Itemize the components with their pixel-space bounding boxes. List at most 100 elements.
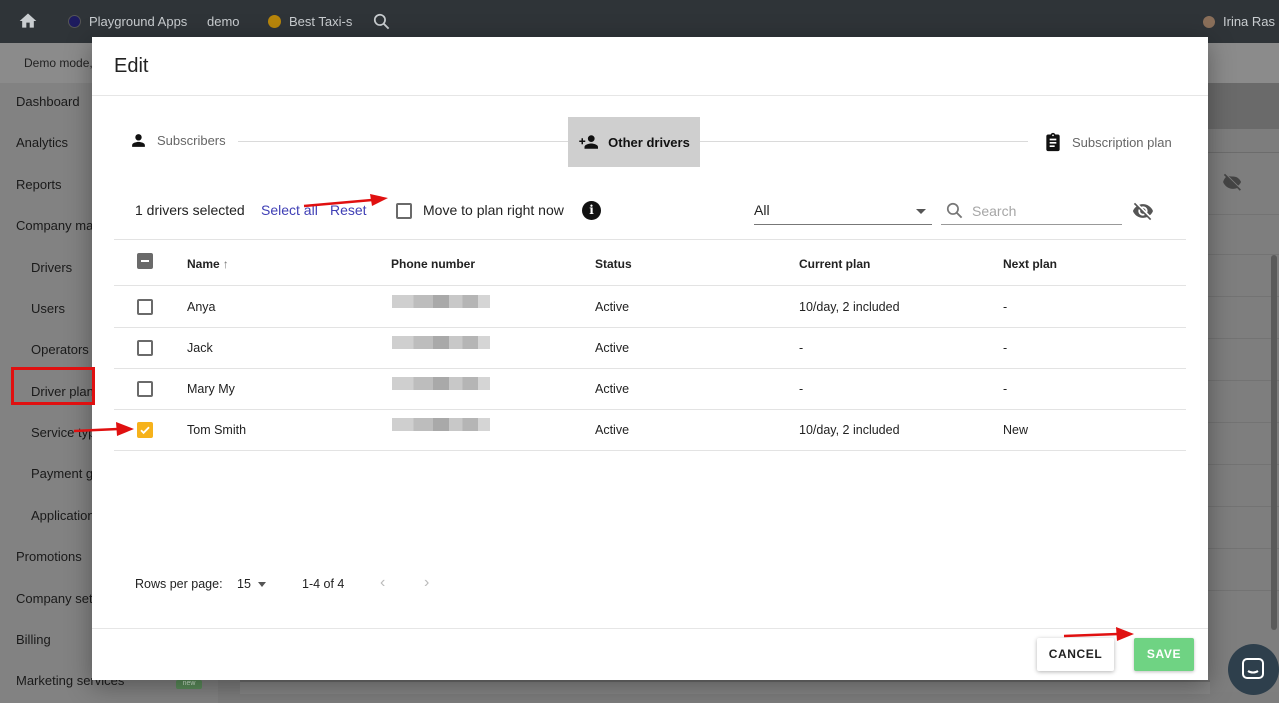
check-icon: [140, 426, 150, 435]
home-icon[interactable]: [18, 11, 38, 31]
cell-status: Active: [595, 423, 630, 437]
divider: [92, 95, 1208, 96]
divider: [114, 239, 1186, 240]
search-field[interactable]: [941, 197, 1122, 225]
app-logo-icon: [68, 15, 81, 28]
select-all-checkbox[interactable]: [137, 253, 153, 269]
divider: [114, 450, 1186, 451]
new-badge: new: [176, 680, 202, 689]
app-label: Playground Apps: [89, 14, 188, 29]
chevron-down-icon: [257, 582, 266, 588]
column-header-current-plan[interactable]: Current plan: [799, 257, 870, 271]
cell-name: Jack: [187, 341, 213, 355]
cell-next-plan: -: [1003, 382, 1008, 396]
sidebar-item-analytics[interactable]: Analytics: [16, 135, 68, 150]
move-to-plan-checkbox[interactable]: [396, 203, 412, 219]
chat-launcher[interactable]: [1228, 644, 1279, 695]
table-row[interactable]: Anya Active 10/day, 2 included -: [114, 286, 1186, 327]
cell-status: Active: [595, 300, 630, 314]
info-icon[interactable]: i: [582, 201, 601, 220]
annotation-arrow-icon: [303, 194, 388, 208]
phone-redacted: [392, 418, 490, 431]
person-icon: [132, 134, 145, 147]
search-icon: [946, 202, 963, 219]
cell-next-plan: -: [1003, 300, 1008, 314]
bg-divider: [1208, 254, 1279, 255]
column-header-next-plan[interactable]: Next plan: [1003, 257, 1057, 271]
table-row[interactable]: Jack Active - -: [114, 327, 1186, 368]
row-checkbox[interactable]: [137, 340, 153, 356]
bg-divider: [1208, 338, 1279, 339]
cell-name: Mary My: [187, 382, 235, 396]
row-checkbox[interactable]: [137, 381, 153, 397]
step-subscribers[interactable]: Subscribers: [130, 132, 226, 149]
company-logo-icon: [268, 15, 281, 28]
move-to-plan-label: Move to plan right now: [423, 202, 564, 218]
cell-current-plan: 10/day, 2 included: [799, 423, 900, 437]
rows-per-page-select[interactable]: 15: [237, 577, 266, 591]
cell-status: Active: [595, 382, 630, 396]
annotation-arrow-icon: [73, 422, 134, 436]
clipboard-icon: [1046, 132, 1060, 152]
row-checkbox[interactable]: [137, 299, 153, 315]
table-row[interactable]: Tom Smith Active 10/day, 2 included New: [114, 409, 1186, 450]
org-switcher[interactable]: demo: [207, 14, 240, 29]
sidebar-item-reports[interactable]: Reports: [16, 177, 62, 192]
chevron-right-icon[interactable]: ›: [424, 574, 429, 592]
step-label: Other drivers: [608, 134, 690, 150]
table-row[interactable]: Mary My Active - -: [114, 368, 1186, 409]
sidebar-item-application[interactable]: Application: [31, 508, 95, 523]
sidebar-item-dashboard[interactable]: Dashboard: [16, 94, 80, 109]
status-filter-select[interactable]: All: [754, 197, 932, 225]
rows-per-page-label: Rows per page:: [135, 577, 223, 591]
bg-divider: [1208, 506, 1279, 507]
step-other-drivers[interactable]: Other drivers: [568, 117, 700, 167]
cell-name: Tom Smith: [187, 423, 247, 437]
header-label: Name: [187, 257, 220, 271]
sidebar-item-payment-gateways[interactable]: Payment ga: [31, 466, 100, 481]
sidebar-item-drivers[interactable]: Drivers: [31, 260, 72, 275]
cell-next-plan: New: [1003, 423, 1029, 437]
cell-current-plan: 10/day, 2 included: [799, 300, 900, 314]
sidebar-item-promotions[interactable]: Promotions: [16, 549, 82, 564]
step-connector: [238, 141, 568, 142]
bg-header: [1208, 83, 1279, 129]
visibility-off-icon: [1223, 173, 1242, 191]
sidebar-item-company-settings[interactable]: Company sett: [16, 591, 96, 606]
rows-per-page-value: 15: [237, 577, 251, 591]
cell-next-plan: -: [1003, 341, 1008, 355]
chevron-down-icon: [916, 209, 926, 214]
scrollbar[interactable]: [1271, 255, 1277, 630]
visibility-off-icon[interactable]: [1132, 200, 1154, 222]
sidebar-item-company-management[interactable]: Company ma: [16, 218, 93, 233]
save-button[interactable]: SAVE: [1134, 638, 1194, 671]
bg-divider: [1208, 214, 1279, 215]
sidebar-item-operators[interactable]: Operators: [31, 342, 89, 357]
chevron-left-icon[interactable]: ‹: [380, 574, 385, 592]
bg-divider: [1208, 590, 1279, 591]
sidebar-item-billing[interactable]: Billing: [16, 632, 51, 647]
company-switcher[interactable]: Best Taxi-s: [268, 14, 352, 29]
bg-divider: [1208, 380, 1279, 381]
filter-value: All: [754, 202, 770, 218]
phone-redacted: [392, 295, 490, 308]
bg-divider: [1208, 296, 1279, 297]
cell-current-plan: -: [799, 382, 804, 396]
step-subscription-plan[interactable]: Subscription plan: [1044, 132, 1172, 152]
step-label: Subscribers: [157, 133, 226, 148]
column-header-name[interactable]: Name ↑: [187, 257, 229, 271]
phone-redacted: [392, 336, 490, 349]
user-menu[interactable]: Irina Ras: [1203, 14, 1275, 29]
divider: [92, 628, 1208, 629]
row-checkbox[interactable]: [137, 422, 153, 438]
sidebar-item-users[interactable]: Users: [31, 301, 65, 316]
bg-divider: [1208, 422, 1279, 423]
search-input[interactable]: [972, 201, 1117, 221]
user-name: Irina Ras: [1223, 14, 1276, 29]
column-header-phone[interactable]: Phone number: [391, 257, 475, 271]
column-header-status[interactable]: Status: [595, 257, 632, 271]
app-switcher[interactable]: Playground Apps: [68, 14, 187, 29]
search-icon[interactable]: [372, 12, 391, 31]
cell-name: Anya: [187, 300, 216, 314]
selected-count: 1 drivers selected: [135, 202, 245, 218]
